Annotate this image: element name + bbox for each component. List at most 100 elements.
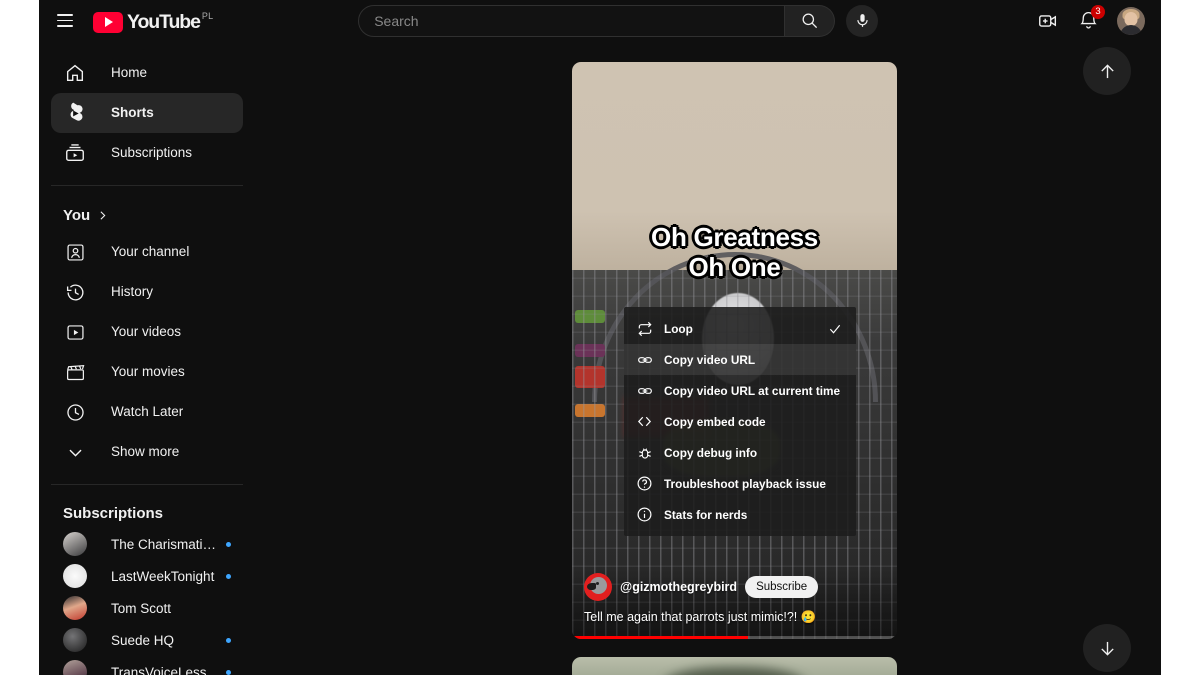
sidebar-item-your-channel[interactable]: Your channel — [51, 232, 243, 272]
list-item[interactable]: Tom Scott — [51, 592, 243, 624]
channel-handle[interactable]: @gizmothegreybird — [620, 580, 737, 594]
youtube-page: YouTube PL Search 3 Home Shorts Subscrip… — [39, 0, 1161, 675]
previous-short-button[interactable] — [1083, 47, 1131, 95]
sidebar[interactable]: Home Shorts Subscriptions You Your chann… — [39, 41, 255, 675]
new-content-dot — [226, 669, 231, 675]
sidebar-item-show-more[interactable]: Show more — [51, 432, 243, 472]
avatar — [63, 628, 87, 652]
notifications-button[interactable]: 3 — [1071, 4, 1105, 38]
context-menu-item-stats-for-nerds[interactable]: Stats for nerds — [624, 499, 856, 530]
player-context-menu[interactable]: Loop Copy video URL Copy video URL at cu… — [624, 307, 856, 536]
sidebar-item-shorts[interactable]: Shorts — [51, 93, 243, 133]
info-circle-icon — [636, 506, 653, 523]
avatar — [63, 532, 87, 556]
parrot-beak — [587, 583, 596, 590]
context-menu-item-label: Stats for nerds — [664, 507, 748, 522]
search-icon — [800, 11, 819, 30]
voice-search-button[interactable] — [846, 4, 879, 37]
avatar — [63, 564, 87, 588]
sidebar-item-label: Subscriptions — [111, 145, 193, 160]
new-content-dot — [226, 541, 231, 547]
hamburger-menu-icon[interactable] — [48, 4, 82, 38]
subscription-name: Tom Scott — [111, 600, 172, 616]
sidebar-item-subscriptions[interactable]: Subscriptions — [51, 133, 243, 173]
list-item[interactable]: Suede HQ — [51, 624, 243, 656]
sidebar-item-watch-later[interactable]: Watch Later — [51, 392, 243, 432]
video-description[interactable]: Tell me again that parrots just mimic!?!… — [584, 610, 885, 625]
avatar[interactable] — [1117, 6, 1145, 35]
subscription-name: TransVoiceLess... — [111, 664, 218, 675]
search-container — [358, 4, 786, 37]
clapperboard-icon — [63, 360, 87, 384]
avatar-body — [1120, 24, 1142, 35]
context-menu-item-loop[interactable]: Loop — [624, 313, 856, 344]
help-circle-icon — [636, 475, 653, 492]
sidebar-item-label: Your channel — [111, 244, 190, 259]
short-player-container: Oh Greatness Oh One @gizmothegreybird Su… — [572, 62, 897, 639]
create-video-icon — [1037, 10, 1059, 32]
new-content-dot — [226, 573, 231, 579]
sidebar-item-label: Watch Later — [111, 404, 184, 419]
loop-icon — [636, 320, 653, 337]
notification-badge: 3 — [1091, 4, 1105, 19]
youtube-logo[interactable]: YouTube PL — [93, 4, 213, 38]
subscription-name: The Charismatic ... — [111, 536, 220, 552]
sidebar-item-history[interactable]: History — [51, 272, 243, 312]
sidebar-divider-1 — [51, 185, 243, 186]
subscriptions-section-title: Subscriptions — [63, 505, 164, 522]
next-short-content — [663, 667, 806, 675]
create-button[interactable] — [1031, 4, 1065, 38]
sidebar-primary-section: Home Shorts Subscriptions — [39, 53, 255, 173]
avatar — [63, 660, 87, 675]
context-menu-item-copy-embed-code[interactable]: Copy embed code — [624, 406, 856, 437]
youtube-country-code: PL — [201, 10, 214, 21]
subscriptions-icon — [63, 141, 87, 165]
search-input[interactable] — [359, 5, 785, 36]
arrow-up-icon — [1097, 61, 1118, 82]
link-icon — [636, 382, 653, 399]
shorts-icon — [63, 101, 87, 125]
masthead-center — [213, 4, 1031, 37]
clock-icon — [63, 400, 87, 424]
context-menu-item-copy-video-url-at-current-time[interactable]: Copy video URL at current time — [624, 375, 856, 406]
avatar — [63, 596, 87, 620]
sidebar-item-label: Your videos — [111, 324, 182, 339]
progress-bar-track[interactable] — [572, 636, 897, 639]
avatar-face — [1124, 11, 1138, 26]
sidebar-item-your-videos[interactable]: Your videos — [51, 312, 243, 352]
chevron-right-icon — [96, 209, 109, 222]
context-menu-item-troubleshoot-playback-issue[interactable]: Troubleshoot playback issue — [624, 468, 856, 499]
next-short-preview[interactable] — [572, 657, 897, 675]
sidebar-item-label: Your movies — [111, 364, 185, 379]
subscription-name: LastWeekTonight — [111, 568, 215, 584]
screenshot-root: YouTube PL Search 3 Home Shorts Subscrip… — [0, 0, 1200, 675]
next-short-button[interactable] — [1083, 624, 1131, 672]
masthead: YouTube PL Search 3 — [39, 0, 1161, 41]
channel-row: @gizmothegreybird Subscribe — [584, 573, 885, 601]
channel-avatar[interactable] — [584, 573, 612, 601]
sidebar-you-label: You — [63, 206, 91, 224]
masthead-right: 3 — [1031, 4, 1161, 38]
context-menu-item-label: Troubleshoot playback issue — [664, 476, 826, 491]
list-item[interactable]: LastWeekTonight — [51, 560, 243, 592]
history-icon — [63, 280, 87, 304]
context-menu-item-label: Copy video URL at current time — [664, 383, 841, 398]
list-item[interactable]: The Charismatic ... — [51, 528, 243, 560]
context-menu-item-label: Loop — [664, 321, 693, 336]
microphone-icon — [854, 12, 871, 29]
play-box-icon — [63, 320, 87, 344]
context-menu-item-copy-video-url[interactable]: Copy video URL — [624, 344, 856, 375]
subscription-name: Suede HQ — [111, 632, 175, 648]
context-menu-item-label: Copy embed code — [664, 414, 766, 429]
subscribe-button[interactable]: Subscribe — [745, 576, 819, 598]
home-icon — [63, 61, 87, 85]
new-content-dot — [226, 637, 231, 643]
progress-bar-fill — [572, 636, 748, 639]
sidebar-item-home[interactable]: Home — [51, 53, 243, 93]
sidebar-item-your-movies[interactable]: Your movies — [51, 352, 243, 392]
search-button[interactable] — [785, 4, 836, 37]
sidebar-you-header[interactable]: You — [39, 198, 255, 232]
list-item[interactable]: TransVoiceLess... — [51, 656, 243, 675]
context-menu-item-copy-debug-info[interactable]: Copy debug info — [624, 437, 856, 468]
checkmark-icon — [827, 322, 842, 336]
